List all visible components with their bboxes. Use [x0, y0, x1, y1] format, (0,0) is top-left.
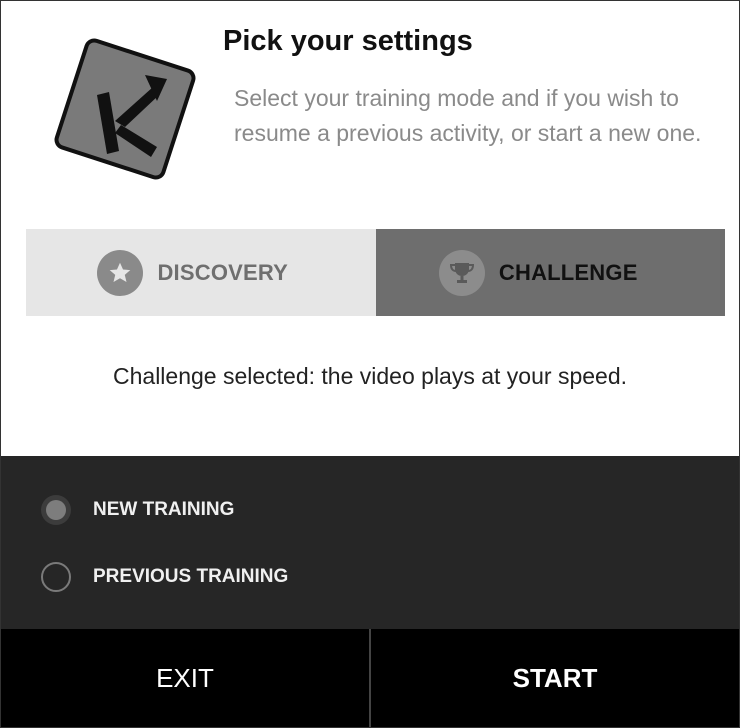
- mode-status-text: Challenge selected: the video plays at y…: [113, 363, 627, 389]
- training-options-panel: NEW TRAINING PREVIOUS TRAINING: [1, 456, 739, 629]
- tab-discovery-label: DISCOVERY: [157, 259, 289, 285]
- previous-training-option[interactable]: PREVIOUS TRAINING: [41, 560, 288, 594]
- exit-button[interactable]: EXIT: [1, 629, 371, 727]
- previous-training-label: PREVIOUS TRAINING: [93, 566, 289, 587]
- new-training-option[interactable]: NEW TRAINING: [41, 493, 234, 527]
- trophy-icon: [438, 249, 485, 296]
- page-title: Pick your settings: [223, 25, 473, 57]
- tab-discovery[interactable]: DISCOVERY: [26, 229, 376, 316]
- new-training-radio[interactable]: [41, 495, 71, 525]
- start-button[interactable]: START: [371, 629, 739, 727]
- tab-challenge[interactable]: CHALLENGE: [375, 229, 725, 316]
- tab-challenge-label: CHALLENGE: [498, 259, 638, 285]
- mode-toggle: DISCOVERY CHALLENGE: [26, 229, 725, 316]
- new-training-label: NEW TRAINING: [93, 499, 235, 520]
- settings-dialog: Pick your settings Select your training …: [0, 0, 740, 728]
- star-icon: [97, 249, 144, 296]
- previous-training-radio[interactable]: [41, 562, 71, 592]
- radio-dot: [46, 500, 66, 520]
- app-logo: [54, 38, 196, 180]
- action-bar: EXIT START: [1, 629, 739, 727]
- page-subtitle: Select your training mode and if you wis…: [234, 85, 702, 146]
